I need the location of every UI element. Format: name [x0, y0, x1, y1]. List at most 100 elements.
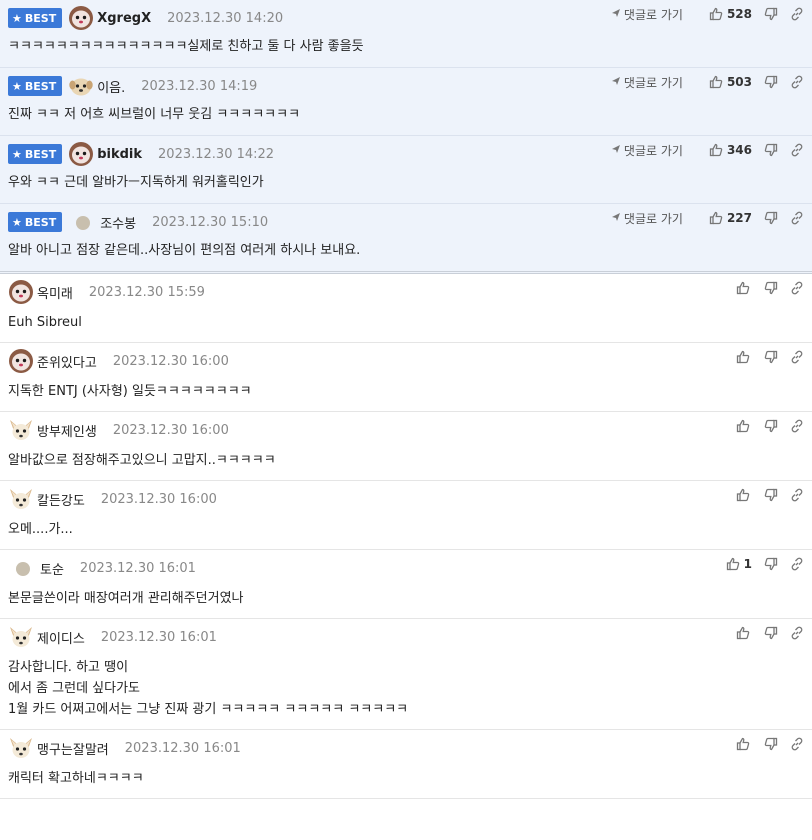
chihuahua-icon[interactable]: [8, 486, 34, 512]
comment-header: 맹구는잘말려 2023.12.30 16:01: [8, 736, 804, 760]
thumbs-down-icon: [764, 350, 778, 364]
comment-date: 2023.12.30 16:01: [79, 560, 196, 576]
copy-link-button[interactable]: [790, 348, 804, 366]
comment-header: 준위있다고 2023.12.30 16:00: [8, 349, 804, 373]
copy-link-button[interactable]: [790, 5, 804, 23]
nickname[interactable]: 조수봉: [100, 213, 136, 232]
upvote-count: 1: [743, 557, 752, 571]
best-badge: ★ BEST: [8, 144, 63, 164]
downvote-button[interactable]: [764, 735, 778, 753]
downvote-button[interactable]: [764, 348, 778, 366]
upvote-button[interactable]: [734, 624, 752, 642]
downvote-button[interactable]: [764, 5, 778, 23]
comment-body: 본문글쓴이라 매장여러개 관리해주던거였나: [8, 580, 804, 618]
chihuahua-icon[interactable]: [8, 735, 34, 761]
upvote-button[interactable]: [734, 486, 752, 504]
comment-item: ★ BEST 조수봉 2023.12.30 15:10 알바 아니고 점장 같은데..사…: [0, 204, 812, 274]
nickname[interactable]: 이음.: [97, 77, 125, 96]
copy-link-button[interactable]: [790, 73, 804, 91]
copy-link-button[interactable]: [790, 555, 804, 573]
thumbs-down-icon: [764, 211, 778, 225]
upvote-button[interactable]: [734, 279, 752, 297]
link-icon: [790, 75, 804, 89]
downvote-button[interactable]: [764, 141, 778, 159]
copy-link-button[interactable]: [790, 279, 804, 297]
downvote-button[interactable]: [764, 624, 778, 642]
nickname[interactable]: 준위있다고: [37, 352, 97, 371]
chihuahua-icon[interactable]: [8, 417, 34, 443]
thumbs-down-icon: [764, 143, 778, 157]
go-to-reply-link[interactable]: 댓글로 가기: [611, 74, 683, 91]
nickname[interactable]: 토순: [40, 559, 64, 578]
nickname[interactable]: 제이디스: [37, 628, 85, 647]
send-arrow-icon: [611, 7, 624, 21]
puppy-face-icon[interactable]: [68, 73, 94, 99]
nickname[interactable]: 맹구는잘말려: [37, 739, 109, 758]
go-to-reply-link[interactable]: 댓글로 가기: [611, 142, 683, 159]
nickname[interactable]: 방부제인생: [37, 421, 97, 440]
thumbs-up-icon: [736, 737, 750, 751]
comment-date: 2023.12.30 14:19: [141, 78, 258, 94]
copy-link-button[interactable]: [790, 486, 804, 504]
nickname[interactable]: bikdik: [97, 147, 142, 162]
downvote-button[interactable]: [764, 486, 778, 504]
comment-date: 2023.12.30 15:59: [88, 284, 205, 300]
link-icon: [790, 281, 804, 295]
upvote-button[interactable]: 1: [726, 555, 752, 573]
comment-list: ★ BEST XgregX 2023.12.30 14:20 ㅋㅋㅋㅋㅋㅋㅋㅋㅋㅋㅋㅋㅋ…: [0, 0, 812, 799]
star-icon: ★: [12, 147, 22, 161]
nickname[interactable]: 칼든강도: [37, 490, 85, 509]
upvote-button[interactable]: [734, 417, 752, 435]
go-to-reply-label: 댓글로 가기: [623, 143, 683, 158]
copy-link-button[interactable]: [790, 209, 804, 227]
comment-header: 방부제인생 2023.12.30 16:00: [8, 418, 804, 442]
downvote-button[interactable]: [764, 279, 778, 297]
comment-item: 맹구는잘말려 2023.12.30 16:01 캐릭터 확고하네ㅋㅋㅋㅋ: [0, 730, 812, 799]
go-to-reply-link[interactable]: 댓글로 가기: [611, 210, 683, 227]
upvote-button[interactable]: 528: [709, 5, 752, 23]
dot-avatar-icon[interactable]: [14, 555, 32, 581]
comment-line: 감사합니다. 하고 땡이: [8, 660, 129, 675]
go-to-reply-label: 댓글로 가기: [623, 75, 683, 90]
chihuahua-icon[interactable]: [8, 624, 34, 650]
copy-link-button[interactable]: [790, 624, 804, 642]
upvote-button[interactable]: 227: [709, 209, 752, 227]
downvote-button[interactable]: [764, 73, 778, 91]
comment-line: 우와 ㅋㅋ 근데 알바가ㅡ지독하게 워커홀릭인가: [8, 175, 264, 190]
nickname[interactable]: XgregX: [97, 11, 151, 26]
dog-fluffy-icon[interactable]: [8, 348, 34, 374]
comment-item: ★ BEST 이음. 2023.12.30 14:19 진짜 ㅋㅋ 저 어흐 씨브럴이 …: [0, 68, 812, 136]
upvote-button[interactable]: [734, 348, 752, 366]
downvote-button[interactable]: [764, 555, 778, 573]
downvote-button[interactable]: [764, 417, 778, 435]
copy-link-button[interactable]: [790, 735, 804, 753]
downvote-button[interactable]: [764, 209, 778, 227]
best-badge: ★ BEST: [8, 212, 63, 232]
go-to-reply-link[interactable]: 댓글로 가기: [611, 6, 683, 23]
copy-link-button[interactable]: [790, 417, 804, 435]
upvote-button[interactable]: 346: [709, 141, 752, 159]
star-icon: ★: [12, 215, 22, 229]
thumbs-down-icon: [764, 737, 778, 751]
dot-avatar-icon[interactable]: [74, 209, 92, 235]
dog-fluffy-icon[interactable]: [68, 141, 94, 167]
nickname[interactable]: 옥미래: [37, 283, 73, 302]
comment-item: 준위있다고 2023.12.30 16:00 지독한 ENTJ (사자형) 일듯ㅋㅋ…: [0, 343, 812, 412]
comment-tools: 댓글로 가기 528: [611, 5, 804, 23]
send-arrow-icon: [611, 211, 624, 225]
thumbs-down-icon: [764, 626, 778, 640]
dog-fluffy-icon[interactable]: [8, 279, 34, 305]
link-icon: [790, 737, 804, 751]
upvote-button[interactable]: 503: [709, 73, 752, 91]
comment-tools: [722, 624, 804, 642]
dog-fluffy-icon[interactable]: [68, 5, 94, 31]
comment-body: 캐릭터 확고하네ㅋㅋㅋㅋ: [8, 760, 804, 798]
upvote-button[interactable]: [734, 735, 752, 753]
comment-tools: [722, 348, 804, 366]
upvote-count: 346: [726, 143, 752, 157]
best-badge: ★ BEST: [8, 8, 63, 28]
send-arrow-icon: [611, 143, 624, 157]
copy-link-button[interactable]: [790, 141, 804, 159]
comment-date: 2023.12.30 16:00: [112, 353, 229, 369]
comment-line: 에서 좀 그런데 싶다가도: [8, 681, 140, 696]
